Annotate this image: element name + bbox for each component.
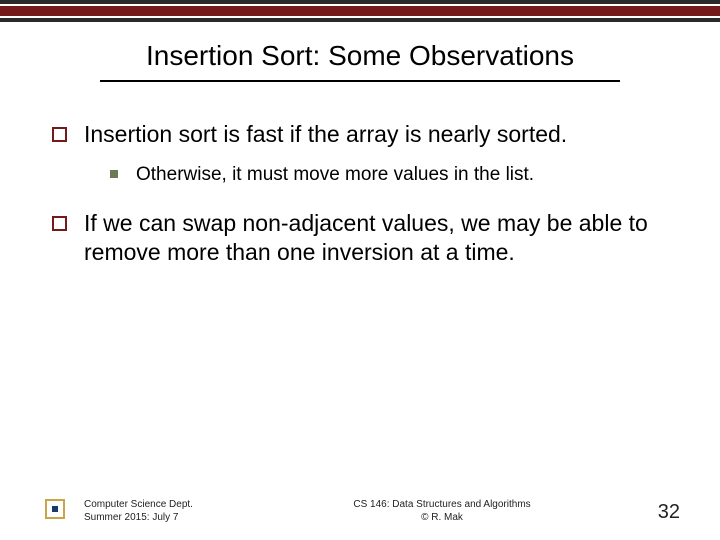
bullet-1-sub-1-text: Otherwise, it must move more values in t…	[136, 164, 534, 185]
slide-title: Insertion Sort: Some Observations	[60, 40, 660, 72]
bullet-1-text: Insertion sort is fast if the array is n…	[84, 121, 567, 147]
bullet-2: If we can swap non-adjacent values, we m…	[48, 209, 660, 267]
footer-left-line2: Summer 2015: July 7	[84, 511, 244, 524]
page-number: 32	[640, 501, 680, 524]
slide: Insertion Sort: Some Observations Insert…	[0, 0, 720, 540]
footer-left-line1: Computer Science Dept.	[84, 498, 244, 511]
title-underline	[100, 80, 620, 82]
sjsu-logo-icon	[40, 494, 70, 524]
slide-footer: Computer Science Dept. Summer 2015: July…	[0, 494, 720, 524]
bullet-1: Insertion sort is fast if the array is n…	[48, 120, 660, 187]
footer-left: Computer Science Dept. Summer 2015: July…	[84, 498, 244, 524]
title-block: Insertion Sort: Some Observations	[0, 22, 720, 92]
bullet-1-sub-1: Otherwise, it must move more values in t…	[110, 163, 660, 188]
slide-body: Insertion sort is fast if the array is n…	[0, 92, 720, 540]
top-decorative-bar	[0, 0, 720, 22]
footer-center: CS 146: Data Structures and Algorithms ©…	[244, 498, 640, 524]
footer-center-line1: CS 146: Data Structures and Algorithms	[244, 498, 640, 511]
bullet-2-text: If we can swap non-adjacent values, we m…	[84, 210, 648, 265]
footer-center-line2: © R. Mak	[244, 511, 640, 524]
